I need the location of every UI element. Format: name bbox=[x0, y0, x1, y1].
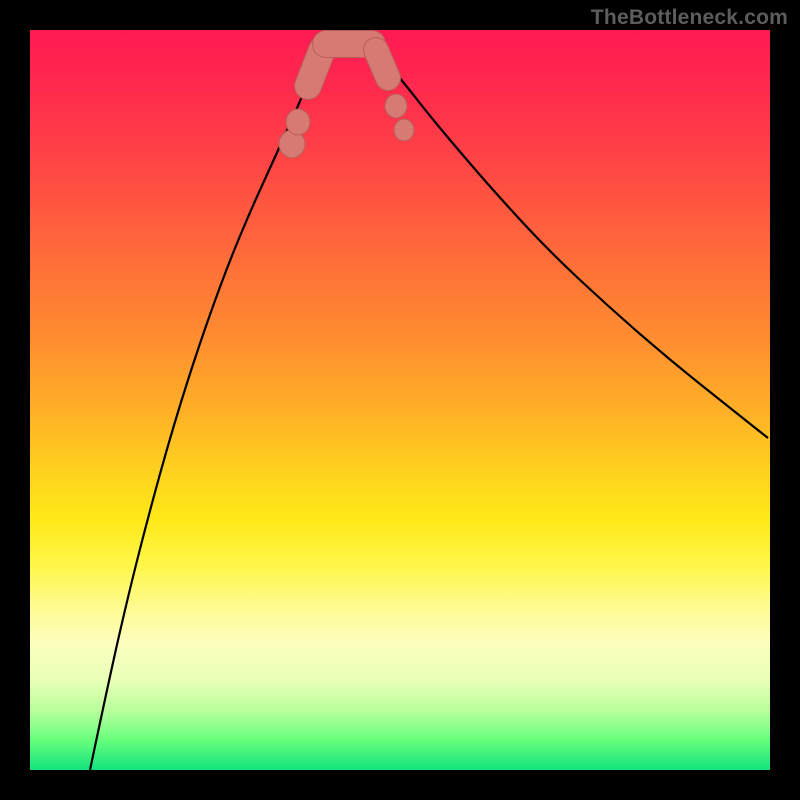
left-curve bbox=[90, 52, 322, 770]
chart-svg bbox=[30, 30, 770, 770]
marker-dot bbox=[394, 119, 414, 141]
chart-plot-area bbox=[30, 30, 770, 770]
marker-dot bbox=[286, 109, 310, 135]
watermark-text: TheBottleneck.com bbox=[591, 6, 788, 30]
marker-capsule bbox=[376, 50, 388, 78]
marker-dot bbox=[385, 94, 407, 118]
right-curve bbox=[378, 52, 768, 438]
chart-frame: TheBottleneck.com bbox=[0, 0, 800, 800]
